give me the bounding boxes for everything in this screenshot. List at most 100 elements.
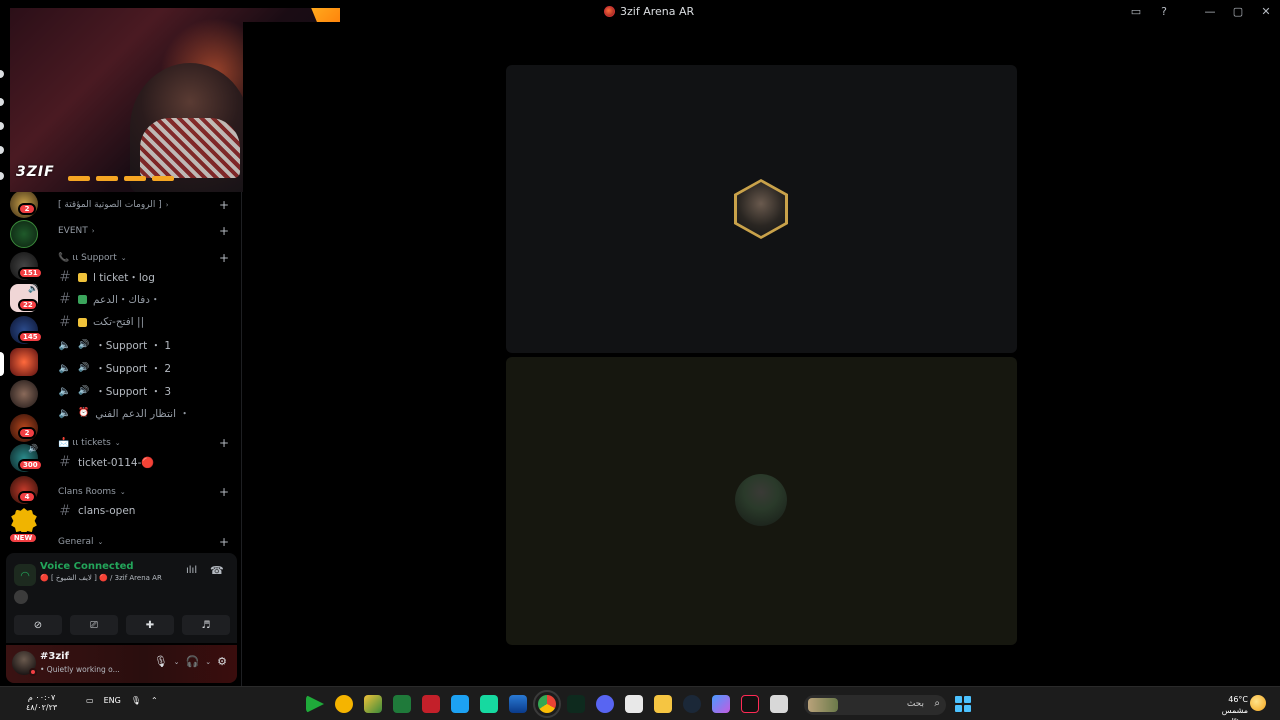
add-channel-icon[interactable]: + bbox=[219, 535, 229, 549]
category-clans-rooms[interactable]: Clans Rooms ⌄ + bbox=[58, 485, 233, 499]
excel-icon[interactable] bbox=[393, 695, 411, 713]
close-icon[interactable]: ✕ bbox=[1252, 0, 1280, 22]
mention-badge: 300 bbox=[18, 459, 43, 471]
voice-channel-icon: 🔈 bbox=[58, 339, 72, 351]
play-app-icon[interactable] bbox=[306, 695, 324, 713]
chrome-icon[interactable] bbox=[533, 690, 561, 718]
activities-icon[interactable]: ✚ bbox=[126, 615, 174, 635]
nvidia-app-icon[interactable] bbox=[567, 695, 585, 713]
category-support[interactable]: 📞 ιι Support ⌄ + bbox=[58, 251, 233, 265]
microphone-icon[interactable]: 🎙 bbox=[131, 696, 141, 705]
copilot-icon[interactable] bbox=[712, 695, 730, 713]
channel-label: انتظار الدعم الفني ・ bbox=[95, 407, 190, 420]
signal-icon[interactable]: ◠ bbox=[14, 564, 36, 586]
channel-label: ا ticket・log bbox=[93, 271, 155, 284]
windows-start-icon[interactable] bbox=[955, 696, 971, 712]
voice-status[interactable]: Voice Connected bbox=[40, 561, 134, 572]
add-channel-icon[interactable]: + bbox=[219, 198, 229, 212]
taskbar-search[interactable]: بحث ⌕ bbox=[804, 695, 946, 715]
channel-label: ・Support ・ 3 bbox=[95, 385, 172, 398]
channel-voice-waiting[interactable]: 🔈 ⏰ انتظار الدعم الفني ・ bbox=[58, 404, 233, 422]
add-channel-icon[interactable]: + bbox=[219, 251, 229, 265]
chevron-down-icon[interactable]: ⌄ bbox=[205, 658, 211, 666]
search-placeholder: بحث bbox=[906, 699, 924, 709]
avatar[interactable] bbox=[12, 651, 37, 676]
store-icon[interactable] bbox=[625, 695, 643, 713]
microphone-icon[interactable]: 🎙 bbox=[154, 655, 168, 668]
add-channel-icon[interactable]: + bbox=[219, 485, 229, 499]
user-panel: #3zif • Quietly working o... 🎙 ⌄ 🎧 ⌄ ⚙ bbox=[6, 645, 237, 683]
category-temp-voice[interactable]: [ الرومات الصوتية المؤقتة ] › + bbox=[58, 198, 233, 212]
window-app-icon[interactable] bbox=[770, 695, 788, 713]
unread-indicator bbox=[0, 98, 4, 106]
channel-ticket-log[interactable]: # ا ticket・log bbox=[58, 268, 233, 286]
username[interactable]: #3zif bbox=[40, 651, 69, 662]
channel-label: ・Support ・ 2 bbox=[95, 362, 172, 375]
mention-badge: 2 bbox=[18, 203, 36, 215]
steam-icon[interactable] bbox=[683, 695, 701, 713]
chevron-up-icon[interactable]: ⌃ bbox=[151, 696, 158, 705]
text-channel-icon: # bbox=[59, 503, 71, 519]
tiktok-icon[interactable] bbox=[741, 695, 759, 713]
phone-icon: 📞 bbox=[58, 253, 70, 263]
channel-open-ticket[interactable]: # افتح-تكت || bbox=[58, 313, 233, 331]
headphones-icon[interactable]: 🎧 bbox=[186, 655, 200, 668]
window-controls: ▭ ? — ▢ ✕ bbox=[1122, 0, 1280, 22]
screen-share-icon[interactable]: ⎚ bbox=[70, 615, 118, 635]
server-icon[interactable] bbox=[10, 348, 38, 376]
server-icon[interactable] bbox=[10, 220, 38, 248]
channel-label: ticket-0114-🔴 bbox=[78, 456, 155, 469]
battery-icon[interactable]: ▭ bbox=[86, 696, 94, 705]
pen-app-icon[interactable] bbox=[364, 695, 382, 713]
discord-icon[interactable] bbox=[596, 695, 614, 713]
speaker-icon: 🔊 bbox=[28, 444, 38, 453]
date: ٤٨/٠٢/٢٣ bbox=[26, 703, 58, 712]
language-indicator[interactable]: ENG bbox=[104, 696, 121, 705]
soundboard-icon[interactable]: ♬ bbox=[182, 615, 230, 635]
category-general[interactable]: General ⌄ + bbox=[58, 535, 233, 549]
speaker-icon: 🔊 bbox=[28, 284, 38, 293]
channel-voice-support-1[interactable]: 🔈 🔊 ・Support ・ 1 bbox=[58, 336, 233, 354]
noise-suppression-icon[interactable]: ılıl bbox=[186, 565, 197, 576]
category-tickets[interactable]: 📩 ιι tickets ⌄ + bbox=[58, 436, 233, 450]
emoji-icon bbox=[78, 317, 87, 327]
red-app-icon[interactable] bbox=[422, 695, 440, 713]
photos-icon[interactable] bbox=[509, 695, 527, 713]
channel-voice-support-2[interactable]: 🔈 🔊 ・Support ・ 2 bbox=[58, 359, 233, 377]
twitter-icon[interactable] bbox=[451, 695, 469, 713]
text-channel-icon: # bbox=[59, 291, 71, 307]
category-label: General bbox=[58, 537, 94, 547]
voice-stage bbox=[243, 22, 1280, 686]
participant-tile[interactable] bbox=[506, 65, 1017, 353]
add-channel-icon[interactable]: + bbox=[219, 224, 229, 238]
inbox-icon[interactable]: ▭ bbox=[1122, 0, 1150, 22]
chevron-down-icon[interactable]: ⌄ bbox=[174, 658, 180, 666]
file-explorer-icon[interactable] bbox=[654, 695, 672, 713]
voice-channel-icon: 🔈 bbox=[58, 385, 72, 397]
green-app-icon[interactable] bbox=[480, 695, 498, 713]
channel-support-info[interactable]: # دفاك・الدعم・ bbox=[58, 290, 233, 308]
settings-gear-icon[interactable]: ⚙ bbox=[217, 655, 227, 668]
channel-voice-support-3[interactable]: 🔈 🔊 ・Support ・ 3 bbox=[58, 382, 233, 400]
add-channel-icon[interactable]: + bbox=[219, 436, 229, 450]
new-badge: NEW bbox=[8, 532, 38, 544]
maximize-icon[interactable]: ▢ bbox=[1224, 0, 1252, 22]
server-icon[interactable] bbox=[10, 380, 38, 408]
help-icon[interactable]: ? bbox=[1150, 0, 1178, 22]
window-title: 3zif Arena AR bbox=[604, 3, 694, 19]
video-off-icon[interactable]: ⊘ bbox=[14, 615, 62, 635]
channel-ticket-0114[interactable]: # ticket-0114-🔴 bbox=[58, 453, 233, 471]
custom-status[interactable]: • Quietly working o... bbox=[40, 665, 120, 674]
minimize-icon[interactable]: — bbox=[1196, 0, 1224, 22]
weather-widget[interactable]: 46°C مشمس جزئيًا bbox=[1208, 694, 1248, 720]
avatar[interactable] bbox=[14, 590, 28, 604]
category-label: [ الرومات الصوتية المؤقتة ] bbox=[58, 200, 162, 210]
participant-tile[interactable] bbox=[506, 357, 1017, 645]
disconnect-icon[interactable]: ☎ bbox=[210, 564, 224, 577]
voice-channel-name[interactable]: 🔴 [ لايف الشيوخ ] 🔴 / 3zif Arena AR bbox=[40, 574, 162, 582]
channel-clans-open[interactable]: # clans-open bbox=[58, 502, 233, 520]
unread-indicator bbox=[0, 172, 4, 180]
chat-app-icon[interactable] bbox=[335, 695, 353, 713]
clock[interactable]: ٠٠:٠٧ م ٤٨/٠٢/٢٣ bbox=[26, 693, 57, 713]
category-event[interactable]: EVENT › + bbox=[58, 224, 233, 238]
